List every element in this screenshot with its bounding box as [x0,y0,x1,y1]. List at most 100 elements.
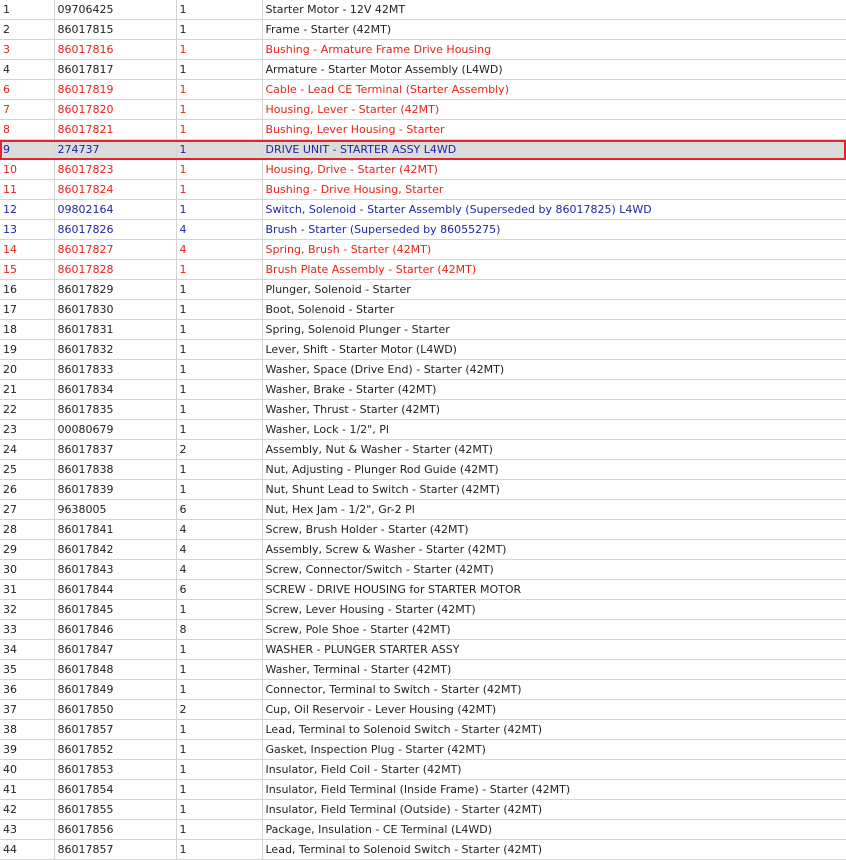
part-number-cell: 86017844 [54,579,177,600]
table-row[interactable]: 8 86017821 1 Bushing, Lever Housing - Start… [0,119,846,140]
ref-number-cell: 34 [0,639,55,660]
part-number-cell: 86017857 [54,719,177,740]
quantity-cell: 6 [176,579,263,600]
table-row[interactable]: 42 86017855 1 Insulator, Field Terminal (Ou… [0,799,846,820]
quantity-cell: 1 [176,739,263,760]
table-row[interactable]: 20 86017833 1 Washer, Space (Drive End) - S… [0,359,846,380]
quantity-cell: 1 [176,759,263,780]
description-cell: Lead, Terminal to Solenoid Switch - Star… [262,839,846,860]
quantity-cell: 1 [176,299,263,320]
table-row-selected[interactable]: 9 274737 1 DRIVE UNIT - STARTER ASSY L4WD [0,139,846,160]
description-cell: Frame - Starter (42MT) [262,19,846,40]
table-row[interactable]: 13 86017826 4 Brush - Starter (Superseded b… [0,219,846,240]
table-row[interactable]: 41 86017854 1 Insulator, Field Terminal (In… [0,779,846,800]
table-row[interactable]: 26 86017839 1 Nut, Shunt Lead to Switch - S… [0,479,846,500]
table-row[interactable]: 30 86017843 4 Screw, Connector/Switch - Sta… [0,559,846,580]
table-row[interactable]: 28 86017841 4 Screw, Brush Holder - Starter… [0,519,846,540]
table-row[interactable]: 19 86017832 1 Lever, Shift - Starter Motor … [0,339,846,360]
table-row[interactable]: 33 86017846 8 Screw, Pole Shoe - Starter (4… [0,619,846,640]
ref-number-cell: 21 [0,379,55,400]
ref-number-cell: 10 [0,159,55,180]
quantity-cell: 1 [176,199,263,220]
part-number-cell: 86017853 [54,759,177,780]
quantity-cell: 1 [176,259,263,280]
description-cell: Washer, Terminal - Starter (42MT) [262,659,846,680]
quantity-cell: 1 [176,359,263,380]
quantity-cell: 1 [176,99,263,120]
table-row[interactable]: 1 09706425 1 Starter Motor - 12V 42MT [0,0,846,20]
ref-number-cell: 31 [0,579,55,600]
table-row[interactable]: 11 86017824 1 Bushing - Drive Housing, Star… [0,179,846,200]
quantity-cell: 1 [176,39,263,60]
ref-number-cell: 1 [0,0,55,20]
description-cell: Lever, Shift - Starter Motor (L4WD) [262,339,846,360]
table-row[interactable]: 37 86017850 2 Cup, Oil Reservoir - Lever Ho… [0,699,846,720]
table-row[interactable]: 44 86017857 1 Lead, Terminal to Solenoid Sw… [0,839,846,860]
description-cell: Washer, Brake - Starter (42MT) [262,379,846,400]
quantity-cell: 1 [176,119,263,140]
table-row[interactable]: 43 86017856 1 Package, Insulation - CE Term… [0,819,846,840]
table-row[interactable]: 12 09802164 1 Switch, Solenoid - Starter As… [0,199,846,220]
table-row[interactable]: 27 9638005 6 Nut, Hex Jam - 1/2", Gr-2 Pl [0,499,846,520]
table-row[interactable]: 4 86017817 1 Armature - Starter Motor Assem… [0,59,846,80]
table-row[interactable]: 29 86017842 4 Assembly, Screw & Washer - St… [0,539,846,560]
description-cell: Insulator, Field Terminal (Inside Frame)… [262,779,846,800]
table-row[interactable]: 6 86017819 1 Cable - Lead CE Terminal (Star… [0,79,846,100]
part-number-cell: 86017834 [54,379,177,400]
ref-number-cell: 9 [0,139,55,160]
part-number-cell: 86017850 [54,699,177,720]
table-row[interactable]: 36 86017849 1 Connector, Terminal to Switch… [0,679,846,700]
quantity-cell: 1 [176,639,263,660]
table-row[interactable]: 32 86017845 1 Screw, Lever Housing - Starte… [0,599,846,620]
ref-number-cell: 18 [0,319,55,340]
ref-number-cell: 42 [0,799,55,820]
quantity-cell: 1 [176,79,263,100]
table-row[interactable]: 17 86017830 1 Boot, Solenoid - Starter [0,299,846,320]
table-row[interactable]: 14 86017827 4 Spring, Brush - Starter (42MT… [0,239,846,260]
table-row[interactable]: 21 86017834 1 Washer, Brake - Starter (42MT… [0,379,846,400]
description-cell: Armature - Starter Motor Assembly (L4WD) [262,59,846,80]
table-row[interactable]: 22 86017835 1 Washer, Thrust - Starter (42M… [0,399,846,420]
quantity-cell: 2 [176,439,263,460]
quantity-cell: 4 [176,239,263,260]
table-row[interactable]: 31 86017844 6 SCREW - DRIVE HOUSING for STA… [0,579,846,600]
description-cell: Washer, Lock - 1/2", Pl [262,419,846,440]
table-row[interactable]: 15 86017828 1 Brush Plate Assembly - Starte… [0,259,846,280]
quantity-cell: 1 [176,139,263,160]
table-row[interactable]: 39 86017852 1 Gasket, Inspection Plug - Sta… [0,739,846,760]
description-cell: Assembly, Nut & Washer - Starter (42MT) [262,439,846,460]
table-row[interactable]: 24 86017837 2 Assembly, Nut & Washer - Star… [0,439,846,460]
ref-number-cell: 40 [0,759,55,780]
quantity-cell: 1 [176,659,263,680]
description-cell: Screw, Lever Housing - Starter (42MT) [262,599,846,620]
table-row[interactable]: 40 86017853 1 Insulator, Field Coil - Start… [0,759,846,780]
table-row[interactable]: 3 86017816 1 Bushing - Armature Frame Drive… [0,39,846,60]
table-row[interactable]: 25 86017838 1 Nut, Adjusting - Plunger Rod … [0,459,846,480]
description-cell: Boot, Solenoid - Starter [262,299,846,320]
table-row[interactable]: 23 00080679 1 Washer, Lock - 1/2", Pl [0,419,846,440]
ref-number-cell: 3 [0,39,55,60]
table-row[interactable]: 7 86017820 1 Housing, Lever - Starter (42MT… [0,99,846,120]
table-row[interactable]: 10 86017823 1 Housing, Drive - Starter (42M… [0,159,846,180]
ref-number-cell: 6 [0,79,55,100]
table-row[interactable]: 34 86017847 1 WASHER - PLUNGER STARTER ASSY [0,639,846,660]
part-number-cell: 86017833 [54,359,177,380]
quantity-cell: 4 [176,559,263,580]
ref-number-cell: 25 [0,459,55,480]
table-row[interactable]: 35 86017848 1 Washer, Terminal - Starter (4… [0,659,846,680]
ref-number-cell: 41 [0,779,55,800]
table-row[interactable]: 18 86017831 1 Spring, Solenoid Plunger - St… [0,319,846,340]
quantity-cell: 1 [176,419,263,440]
table-row[interactable]: 38 86017857 1 Lead, Terminal to Solenoid Sw… [0,719,846,740]
ref-number-cell: 35 [0,659,55,680]
part-number-cell: 86017843 [54,559,177,580]
table-row[interactable]: 2 86017815 1 Frame - Starter (42MT) [0,19,846,40]
ref-number-cell: 2 [0,19,55,40]
ref-number-cell: 19 [0,339,55,360]
part-number-cell: 86017829 [54,279,177,300]
part-number-cell: 09706425 [54,0,177,20]
table-row[interactable]: 16 86017829 1 Plunger, Solenoid - Starter [0,279,846,300]
quantity-cell: 4 [176,519,263,540]
ref-number-cell: 20 [0,359,55,380]
ref-number-cell: 29 [0,539,55,560]
